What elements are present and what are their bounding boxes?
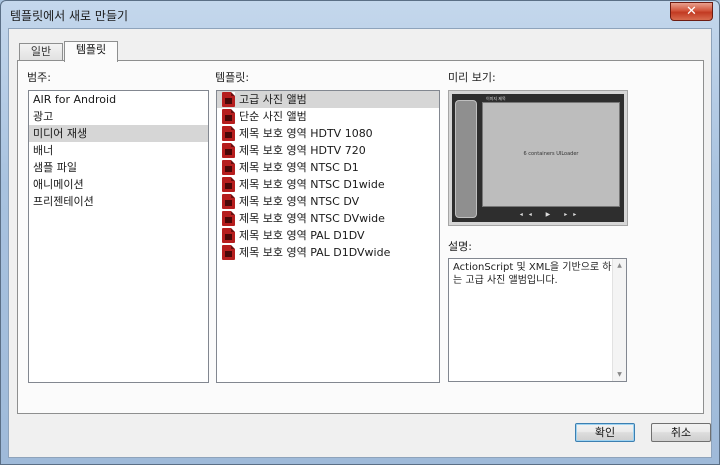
scroll-up-arrow-icon[interactable]: ▲ <box>613 259 626 272</box>
description-scrollbar[interactable]: ▲ ▼ <box>612 259 626 381</box>
template-item-label: 단순 사진 앨범 <box>239 110 307 123</box>
templates-label: 템플릿: <box>215 71 250 84</box>
template-item-label: 제목 보호 영역 NTSC DVwide <box>239 212 385 225</box>
cancel-button[interactable]: 취소 <box>651 423 711 442</box>
title-bar[interactable]: 템플릿에서 새로 만들기 ✕ <box>1 1 719 27</box>
description-text: ActionScript 및 XML을 기반으로 하는 고급 사진 앨범입니다. <box>453 262 612 286</box>
category-item[interactable]: 애니메이션 <box>29 176 208 193</box>
fla-file-icon <box>222 227 235 243</box>
close-button[interactable]: ✕ <box>670 2 713 21</box>
preview-playback-controls: ◂◂ ▶ ▸▸ <box>519 211 583 218</box>
preview-caption: 6 containers UILoader <box>523 151 579 157</box>
template-item-label: 제목 보호 영역 PAL D1DV <box>239 229 365 242</box>
fla-file-icon <box>222 108 235 124</box>
template-item[interactable]: 제목 보호 영역 NTSC D1wide <box>217 176 439 193</box>
preview-pane: 이미지 제목 6 containers UILoader ◂◂ ▶ ▸▸ <box>448 90 628 226</box>
tab-general[interactable]: 일반 <box>19 43 63 61</box>
fla-file-icon <box>222 91 235 107</box>
categories-label: 범주: <box>27 71 51 84</box>
fla-file-icon <box>222 142 235 158</box>
template-item-label: 제목 보호 영역 HDTV 720 <box>239 144 366 157</box>
fla-file-icon <box>222 125 235 141</box>
template-item-label: 제목 보호 영역 NTSC D1wide <box>239 178 385 191</box>
close-icon: ✕ <box>686 4 697 19</box>
fla-file-icon <box>222 176 235 192</box>
fla-file-icon <box>222 210 235 226</box>
preview-thumbnail-strip <box>455 100 477 218</box>
category-item[interactable]: 배너 <box>29 142 208 159</box>
preview-canvas: 6 containers UILoader <box>482 102 620 207</box>
fla-file-icon <box>222 193 235 209</box>
template-item[interactable]: 제목 보호 영역 NTSC DVwide <box>217 210 439 227</box>
templates-panel: 범주: AIR for Android 광고 미디어 재생 배너 샘플 파일 애니메이션 프… <box>17 60 704 414</box>
dialog-client: 일반 템플릿 범주: AIR for Android 광고 미디어 재생 배너 샘플 파… <box>8 28 712 458</box>
preview-thumbnail: 이미지 제목 6 containers UILoader ◂◂ ▶ ▸▸ <box>452 94 624 222</box>
template-item[interactable]: 단순 사진 앨범 <box>217 108 439 125</box>
template-item[interactable]: 제목 보호 영역 NTSC D1 <box>217 159 439 176</box>
template-item-label: 제목 보호 영역 PAL D1DVwide <box>239 246 391 259</box>
window-title: 템플릿에서 새로 만들기 <box>10 9 129 23</box>
template-item[interactable]: 제목 보호 영역 HDTV 1080 <box>217 125 439 142</box>
templates-list[interactable]: 고급 사진 앨범단순 사진 앨범제목 보호 영역 HDTV 1080 제목 보호 … <box>216 90 440 383</box>
category-item[interactable]: 프리젠테이션 <box>29 193 208 210</box>
category-item[interactable]: 광고 <box>29 108 208 125</box>
dialog-window: 템플릿에서 새로 만들기 ✕ 일반 템플릿 범주: AIR for Androi… <box>0 0 720 465</box>
template-item[interactable]: 제목 보호 영역 PAL D1DV <box>217 227 439 244</box>
tab-templates[interactable]: 템플릿 <box>64 41 118 62</box>
category-item[interactable]: AIR for Android <box>29 91 208 108</box>
description-box[interactable]: ActionScript 및 XML을 기반으로 하는 고급 사진 앨범입니다.… <box>448 258 627 382</box>
scroll-down-arrow-icon[interactable]: ▼ <box>613 368 626 381</box>
template-item[interactable]: 제목 보호 영역 HDTV 720 <box>217 142 439 159</box>
fla-file-icon <box>222 244 235 260</box>
template-item-label: 고급 사진 앨범 <box>239 93 307 106</box>
category-item[interactable]: 샘플 파일 <box>29 159 208 176</box>
template-item-label: 제목 보호 영역 NTSC DV <box>239 195 360 208</box>
fla-file-icon <box>222 159 235 175</box>
category-item[interactable]: 미디어 재생 <box>29 125 208 142</box>
description-label: 설명: <box>448 240 472 253</box>
ok-button[interactable]: 확인 <box>575 423 635 442</box>
template-item-label: 제목 보호 영역 NTSC D1 <box>239 161 359 174</box>
template-item[interactable]: 제목 보호 영역 PAL D1DVwide <box>217 244 439 261</box>
template-item[interactable]: 고급 사진 앨범 <box>217 91 439 108</box>
preview-label: 미리 보기: <box>448 71 496 84</box>
template-item-label: 제목 보호 영역 HDTV 1080 <box>239 127 373 140</box>
categories-list[interactable]: AIR for Android 광고 미디어 재생 배너 샘플 파일 애니메이션 프리젠테이… <box>28 90 209 383</box>
template-item[interactable]: 제목 보호 영역 NTSC DV <box>217 193 439 210</box>
